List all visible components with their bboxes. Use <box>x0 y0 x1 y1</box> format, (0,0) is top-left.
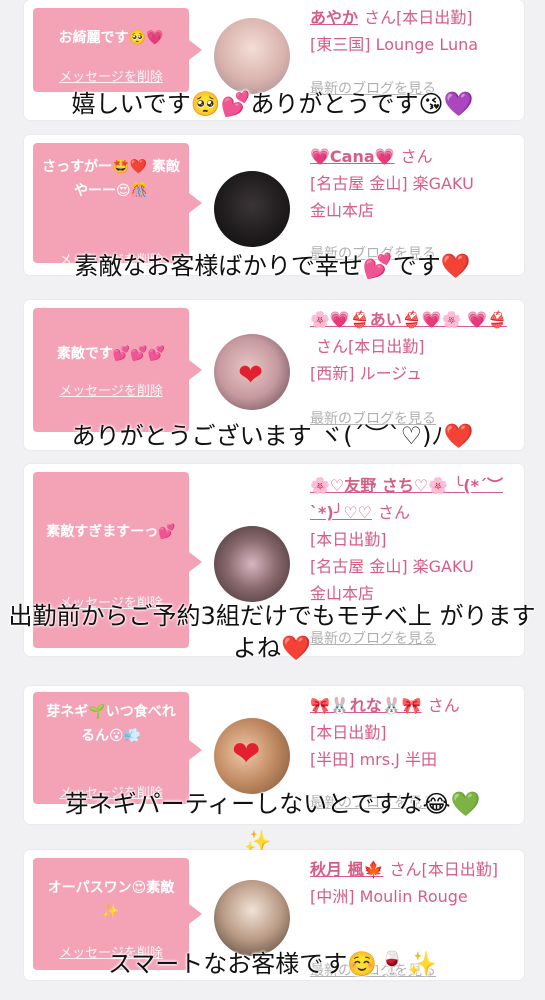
status-text: [本日出勤] <box>396 8 473 27</box>
honorific: さん <box>364 8 397 27</box>
profile-info: 💗Cana💗 さん [名古屋 金山] 楽GAKU 金山本店 <box>310 143 516 224</box>
avatar[interactable]: ❤ <box>214 718 290 794</box>
caption-overlay: ありがとうございます ヾ(´︶`♡)ﾉ❤️ <box>71 422 474 450</box>
profile-name-link[interactable]: 🌸💗👙あい👙💗🌸 💗👙 <box>310 310 507 329</box>
profile-info: 🌸💗👙あい👙💗🌸 💗👙 さん[本日出勤] [西新] ルージュ <box>310 306 516 387</box>
message-text: 素敵すぎますーっ💕 <box>46 524 176 540</box>
message-text: オーパスワン😍素敵✨ <box>47 880 175 920</box>
shop-text: [半田] mrs.J 半田 <box>310 750 437 769</box>
shop-text: [西新] ルージュ <box>310 364 423 383</box>
profile-info: 秋月 楓🍁 さん[本日出勤] [中洲] Moulin Rouge <box>310 856 516 910</box>
bubble-tail <box>189 40 202 60</box>
profile-name-link[interactable]: 秋月 楓🍁 <box>310 860 384 879</box>
caption-overlay: 嬉しいです🥺💕ありがとうです😘💜 <box>71 90 474 118</box>
bubble-tail <box>189 904 202 924</box>
message-text: 芽ネギ🌱いつ食べれるん😮💨 <box>46 704 176 744</box>
avatar[interactable]: ❤ <box>214 334 290 410</box>
bubble-tail <box>189 740 202 760</box>
profile-info: 🎀🐰れな🐰🎀 さん [本日出勤] [半田] mrs.J 半田 <box>310 692 516 773</box>
honorific: さん[本日出勤] <box>316 337 425 356</box>
delete-message-link[interactable]: メッセージを削除 <box>33 66 189 85</box>
caption-overlay: 出勤前からご予約3組だけでもモチベ上 がりますよね❤️ <box>8 602 536 662</box>
honorific: さん[本日出勤] <box>389 860 499 879</box>
shop-text: 金山本店 <box>310 201 375 220</box>
profile-name-link[interactable]: あやか <box>310 8 358 27</box>
message-bubble: さっすがー🤩❤️ 素敵やーー😍🎊 メッセージを削除 <box>33 143 202 268</box>
avatar[interactable] <box>214 526 290 602</box>
shop-text: [名古屋 金山] 楽GAKU <box>310 174 474 193</box>
shop-text: [中洲] Moulin Rouge <box>310 887 468 906</box>
avatar[interactable] <box>214 171 290 247</box>
message-text: さっすがー🤩❤️ 素敵やーー😍🎊 <box>42 159 180 199</box>
bubble-tail <box>189 360 202 380</box>
status-text: [本日出勤] <box>310 530 387 549</box>
profile-name-link[interactable]: 💗Cana💗 <box>310 147 395 166</box>
heart-icon: ❤ <box>232 734 261 774</box>
bubble-tail <box>189 552 202 572</box>
profile-name-link[interactable]: 🎀🐰れな🐰🎀 <box>310 696 422 715</box>
shop-text: [名古屋 金山] 楽GAKU <box>310 557 474 576</box>
heart-icon: ❤ <box>238 358 264 393</box>
shop-text: [東三国] Lounge Luna <box>310 35 479 54</box>
caption-overlay: 素敵なお客様ばかりで幸せ💕です❤️ <box>74 252 471 280</box>
honorific: さん <box>378 503 411 522</box>
status-text: [本日出勤] <box>310 723 387 742</box>
avatar[interactable] <box>214 880 290 956</box>
honorific: さん <box>427 696 460 715</box>
honorific: さん <box>400 147 433 166</box>
message-bubble: 素敵です💕💕💕 メッセージを削除 <box>33 308 202 432</box>
bubble-tail <box>189 193 202 213</box>
message-bubble: お綺麗です🥺💗 メッセージを削除 <box>33 8 202 92</box>
message-text: お綺麗です🥺💗 <box>58 30 164 46</box>
profile-info: 🌸♡友野 さち♡🌸 ╰(*´︶`*)╯♡♡ さん [本日出勤] [名古屋 金山] … <box>310 472 516 607</box>
message-text: 素敵です💕💕💕 <box>56 346 166 362</box>
caption-overlay: スマートなお客様です☺️🍷✨ <box>108 950 437 978</box>
delete-message-link[interactable]: メッセージを削除 <box>33 380 189 399</box>
caption-overlay: 芽ネギパーティーしないとですな😂💚 <box>64 790 481 818</box>
profile-info: あやか さん[本日出勤] [東三国] Lounge Luna <box>310 4 516 58</box>
avatar[interactable] <box>214 18 290 94</box>
